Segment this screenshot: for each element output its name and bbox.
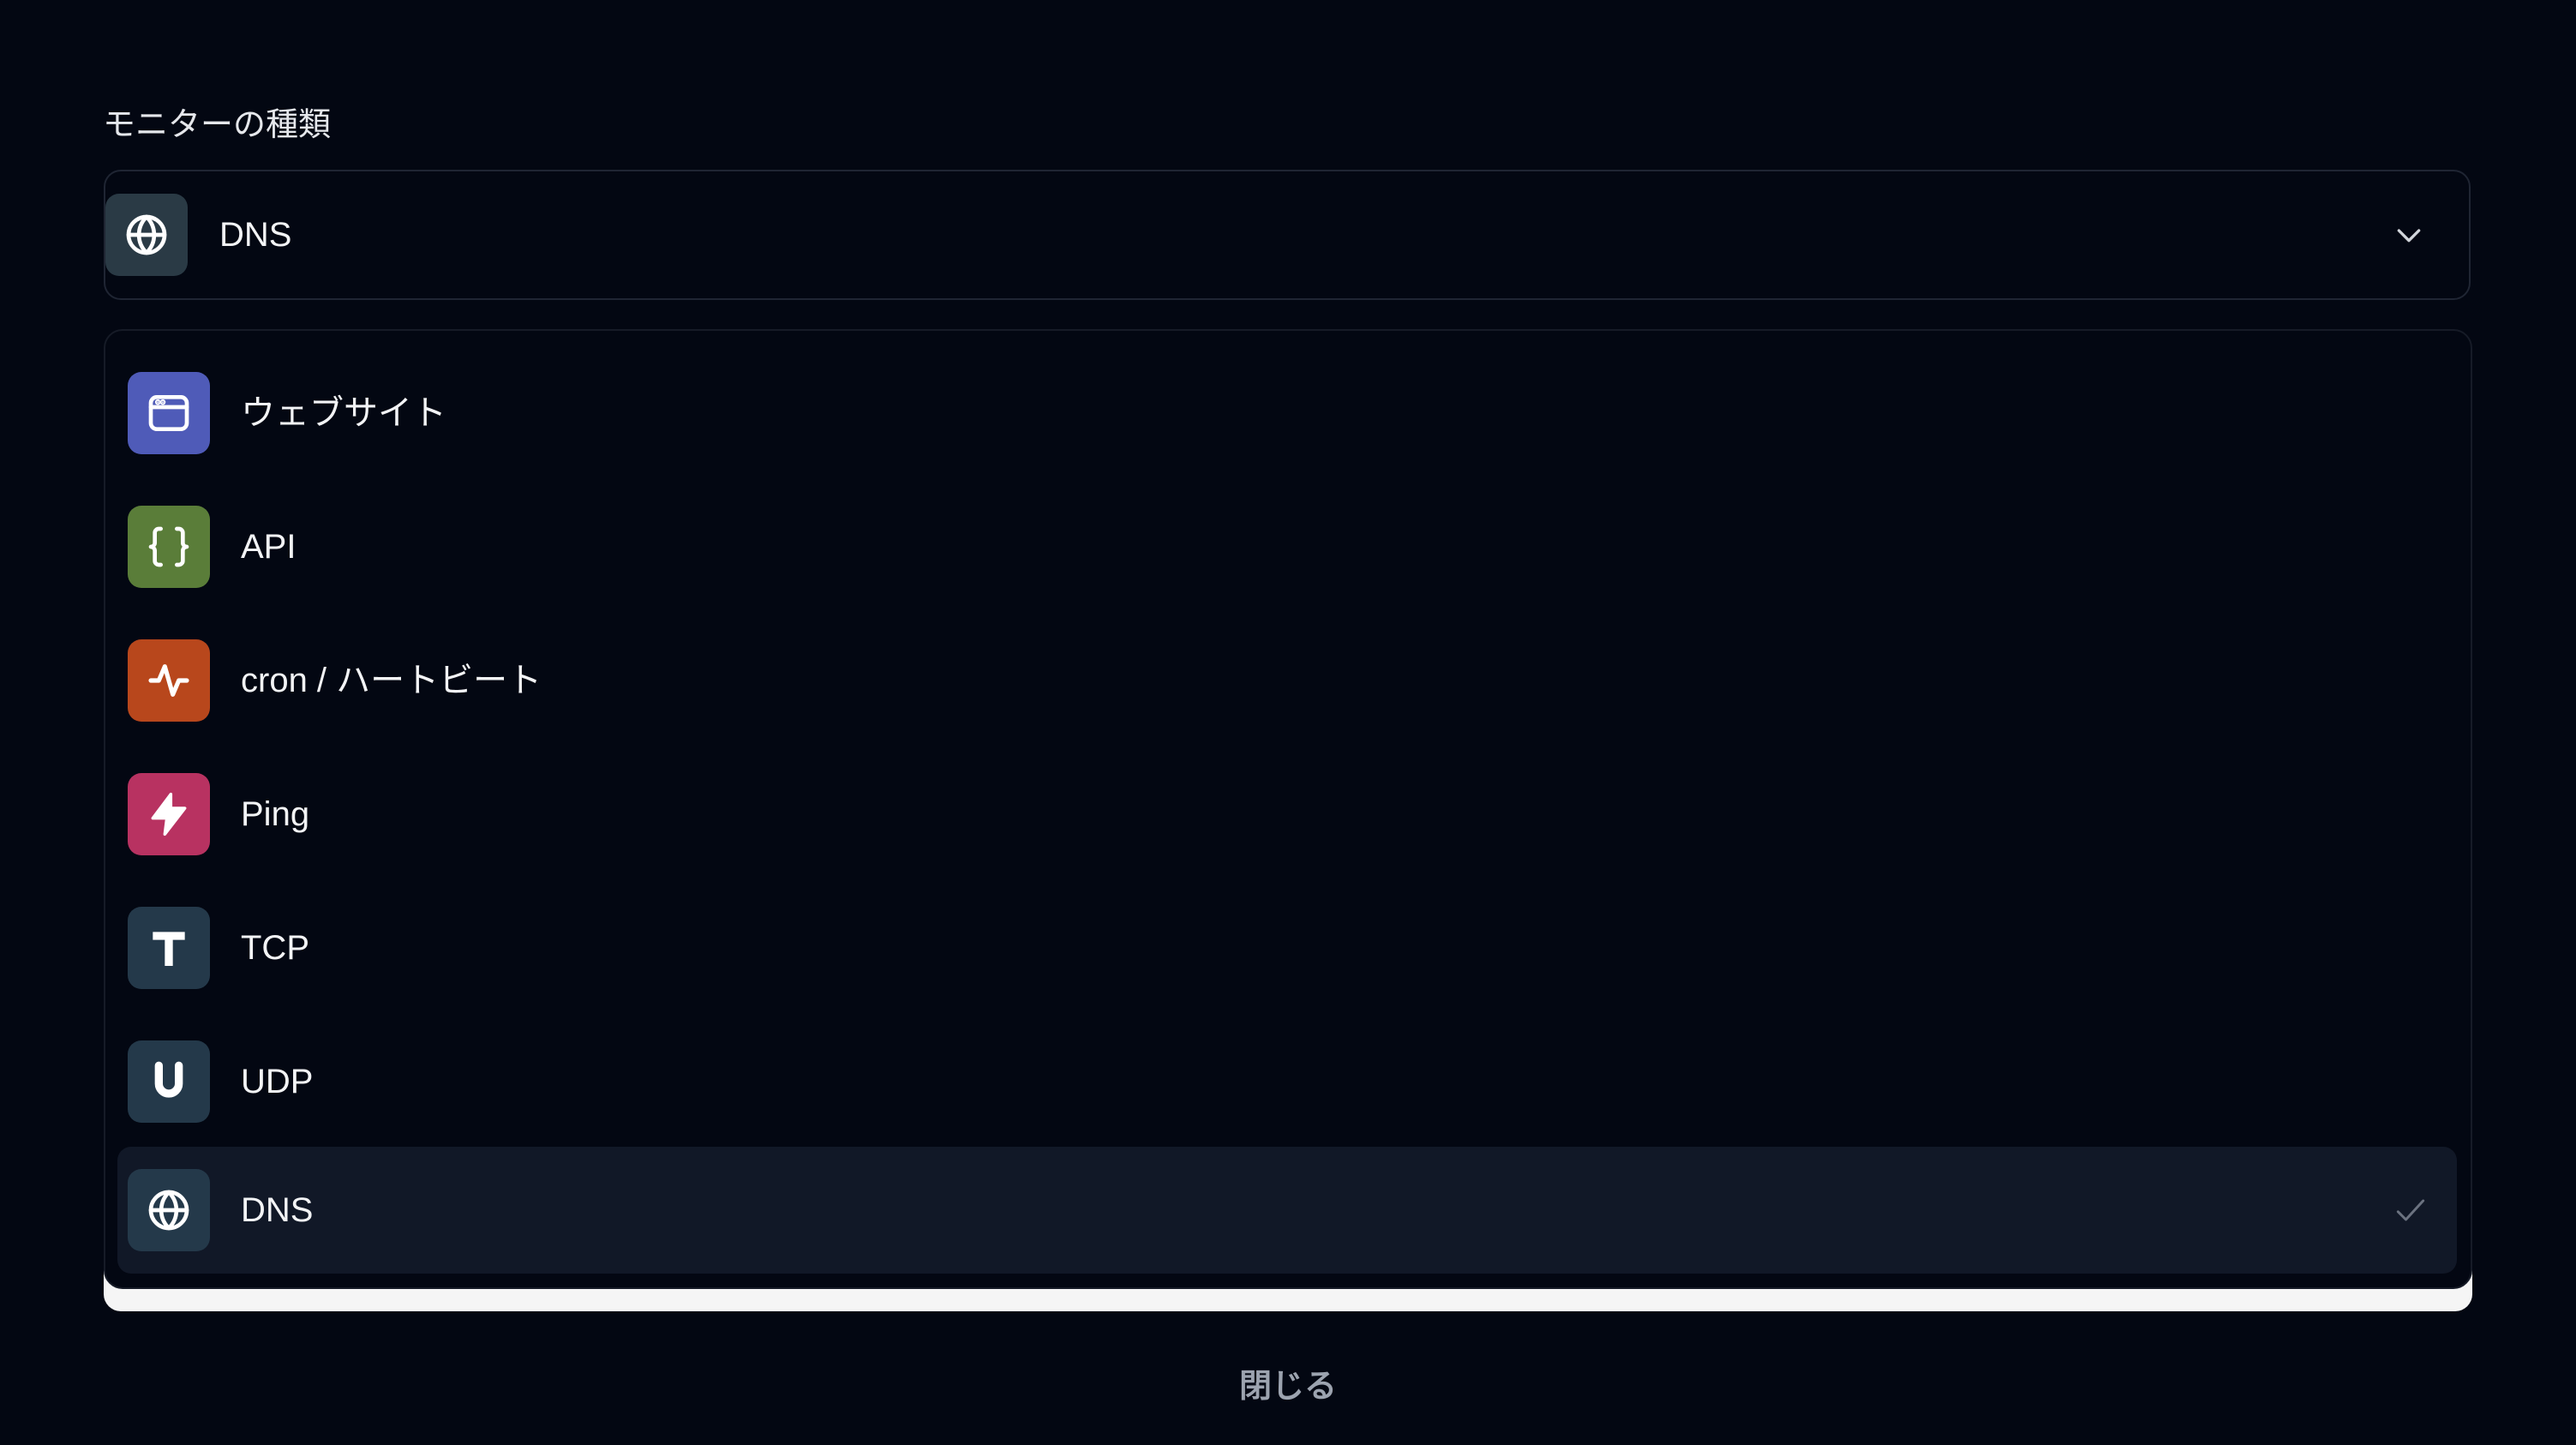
browser-window-icon	[128, 372, 210, 454]
globe-icon	[128, 1169, 210, 1251]
lightning-icon	[128, 773, 210, 855]
option-label: Ping	[241, 795, 310, 833]
monitor-type-options: ウェブサイト API cron / ハートビート Ping TCP UDP DN…	[104, 329, 2472, 1289]
option-tcp[interactable]: TCP	[117, 884, 2457, 1011]
letter-t-icon	[128, 907, 210, 989]
option-label: DNS	[241, 1191, 314, 1229]
chevron-down-icon	[2397, 229, 2421, 243]
option-label: cron / ハートビート	[241, 662, 542, 699]
option-label: TCP	[241, 929, 309, 967]
option-ping[interactable]: Ping	[117, 751, 2457, 878]
curly-braces-icon	[128, 506, 210, 588]
option-website[interactable]: ウェブサイト	[117, 350, 2457, 477]
globe-icon	[105, 194, 188, 276]
letter-u-icon	[128, 1040, 210, 1123]
option-label: API	[241, 528, 297, 566]
option-label: ウェブサイト	[241, 394, 446, 432]
option-label: UDP	[241, 1063, 314, 1100]
option-api[interactable]: API	[117, 483, 2457, 610]
activity-icon	[128, 639, 210, 722]
option-dns[interactable]: DNS	[117, 1147, 2457, 1274]
option-udp[interactable]: UDP	[117, 1018, 2457, 1145]
selected-value: DNS	[219, 216, 292, 254]
option-cron-heartbeat[interactable]: cron / ハートビート	[117, 617, 2457, 744]
close-button[interactable]: 閉じる	[1202, 1361, 1374, 1412]
field-label: モニターの種類	[103, 107, 332, 143]
check-icon	[2396, 1199, 2425, 1221]
monitor-type-select[interactable]: DNS	[104, 170, 2471, 300]
